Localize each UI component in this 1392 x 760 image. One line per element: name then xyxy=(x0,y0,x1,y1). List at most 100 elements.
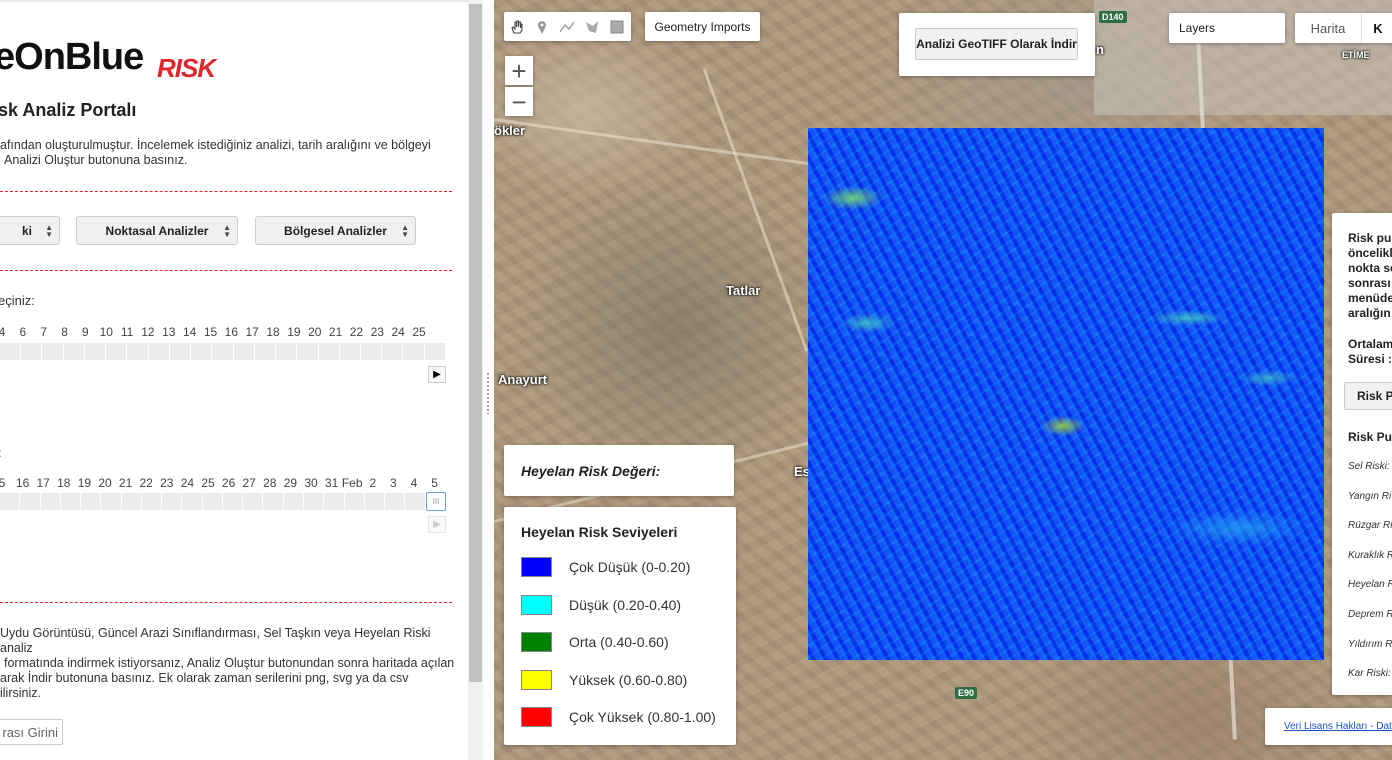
risk-value-box: Heyelan Risk Değeri: xyxy=(504,445,734,496)
tick-label: 4 xyxy=(0,325,5,339)
analysis-type-select[interactable]: ki ▲ ▼ xyxy=(0,216,60,245)
tick-label: 23 xyxy=(370,325,384,339)
date-end-ticks: 516171819202122232425262728293031Feb2345 xyxy=(0,476,460,490)
slider-segment xyxy=(234,343,255,360)
date-start-label: eçiniz: xyxy=(0,293,35,308)
risk-points-button[interactable]: Risk P xyxy=(1344,382,1392,410)
tick-label: 26 xyxy=(221,476,236,490)
place-label: Tatlar xyxy=(726,283,761,298)
slider-handle[interactable]: III xyxy=(426,492,446,511)
download-geotiff-button[interactable]: Analizi GeoTIFF Olarak İndir xyxy=(915,28,1078,60)
risk-info-panel: Risk pu öncelikl nokta se sonrası menüde… xyxy=(1332,213,1392,695)
intro-line-2: Analizi Oluştur butonuna basınız. xyxy=(4,153,188,167)
divider xyxy=(0,270,452,271)
map-type-satellite-button[interactable]: K xyxy=(1363,13,1392,43)
geometry-imports-button[interactable]: Geometry Imports xyxy=(645,12,760,41)
date-end-slider[interactable] xyxy=(0,493,446,510)
map-canvas[interactable]: ökler Tatlar Anayurt Es n ETİME D140 E90 xyxy=(494,0,1392,760)
tick-label: 20 xyxy=(98,476,112,490)
rectangle-icon[interactable] xyxy=(604,14,629,39)
analysis-type-value: ki xyxy=(21,223,32,238)
logo-text: eOnBlue xyxy=(0,36,144,78)
line-icon[interactable] xyxy=(554,14,579,39)
date-start-slider[interactable] xyxy=(0,343,446,360)
grip-dots-icon xyxy=(486,372,490,414)
slider-segment xyxy=(403,343,425,360)
info-text: nokta se xyxy=(1348,261,1392,275)
regional-analysis-select[interactable]: Bölgesel Analizler ▲ ▼ xyxy=(255,216,416,245)
panel-scrollbar[interactable] xyxy=(468,0,483,760)
tick-label: 10 xyxy=(99,325,113,339)
slider-segment xyxy=(345,493,365,510)
play-button-disabled[interactable]: ▶ xyxy=(428,516,446,533)
landslide-risk-raster xyxy=(808,128,1324,660)
pan-hand-icon[interactable] xyxy=(504,14,529,39)
tick-label: 21 xyxy=(118,476,133,490)
intro-text: afından oluşturulmuştur. İncelemek isted… xyxy=(0,138,460,168)
tick-label: 5 xyxy=(0,476,5,490)
legend-swatch xyxy=(521,557,552,577)
instructions-line-3: arak İndir butonuna basınız. Ek olarak z… xyxy=(0,671,409,685)
slider-segment xyxy=(142,493,163,510)
average-label: Süresi : xyxy=(1348,352,1392,366)
slider-segment xyxy=(212,343,234,360)
legend-title: Heyelan Risk Seviyeleri xyxy=(521,524,678,540)
instructions-line-2: formatında indirmek istiyorsanız, Analiz… xyxy=(4,656,455,670)
tick-label: 24 xyxy=(180,476,195,490)
risk-points-heading: Risk Pu xyxy=(1348,430,1392,444)
slider-segment xyxy=(106,343,128,360)
date-end-label: : xyxy=(0,445,2,460)
tick-label: 22 xyxy=(349,325,364,339)
panel-splitter[interactable] xyxy=(483,0,494,760)
app-root: eOnBlue RISK sk Analiz Portalı afından o… xyxy=(0,0,1392,760)
slider-segment xyxy=(0,493,21,510)
tick-label: 5 xyxy=(431,476,438,490)
scrollbar-thumb[interactable] xyxy=(469,4,482,682)
tick-label: 13 xyxy=(162,325,176,339)
risk-item: Sel Riski: xyxy=(1348,461,1390,472)
place-label: ETİME xyxy=(1342,50,1370,60)
place-label: Anayurt xyxy=(498,372,548,387)
risk-item: Heyelan R xyxy=(1348,579,1392,591)
date-entry-button[interactable]: rası Girini xyxy=(0,719,63,745)
tick-label: 16 xyxy=(224,325,239,339)
risk-item: Rüzgar Ri xyxy=(1348,520,1392,532)
slider-segment xyxy=(297,343,319,360)
tick-label: 24 xyxy=(391,325,405,339)
info-text: menüde xyxy=(1348,291,1392,305)
place-label: ökler xyxy=(494,123,526,138)
info-text: Risk pu xyxy=(1348,231,1392,245)
slider-segment xyxy=(284,493,304,510)
tick-label: 28 xyxy=(263,476,277,490)
play-button[interactable]: ▶ xyxy=(428,366,446,383)
slider-segment xyxy=(243,493,264,510)
instructions-line-4: ilirsiniz. xyxy=(0,686,41,700)
slider-segment xyxy=(276,343,298,360)
analysis-side-panel: eOnBlue RISK sk Analiz Portalı afından o… xyxy=(0,0,468,760)
map-type-map-button[interactable]: Harita xyxy=(1295,13,1362,43)
slider-segment xyxy=(0,343,22,360)
zoom-in-button[interactable]: + xyxy=(505,56,533,85)
tick-label: 15 xyxy=(203,325,218,339)
info-text: öncelikl xyxy=(1348,246,1392,260)
zoom-out-button[interactable]: − xyxy=(505,87,533,116)
layers-button[interactable]: Layers xyxy=(1169,13,1285,43)
map-type-control: Harita K xyxy=(1295,13,1392,43)
polygon-icon[interactable] xyxy=(579,14,604,39)
slider-segment xyxy=(263,493,284,510)
tick-label: 18 xyxy=(266,325,280,339)
slider-segment xyxy=(255,343,277,360)
slider-segment xyxy=(149,343,170,360)
divider xyxy=(0,191,452,192)
point-analysis-select[interactable]: Noktasal Analizler ▲ ▼ xyxy=(76,216,238,245)
tick-label: 23 xyxy=(160,476,174,490)
slider-segment xyxy=(382,343,404,360)
risk-legend: Heyelan Risk Seviyeleri Çok Düşük (0-0.2… xyxy=(504,507,736,745)
license-link[interactable]: Veri Lisans Hakları - Dat xyxy=(1265,708,1392,745)
legend-label: Çok Yüksek (0.80-1.00) xyxy=(569,709,716,725)
slider-segment xyxy=(365,493,386,510)
slider-segment xyxy=(191,343,213,360)
slider-segment xyxy=(385,493,406,510)
marker-icon[interactable] xyxy=(529,14,554,39)
tick-label: 12 xyxy=(141,325,155,339)
